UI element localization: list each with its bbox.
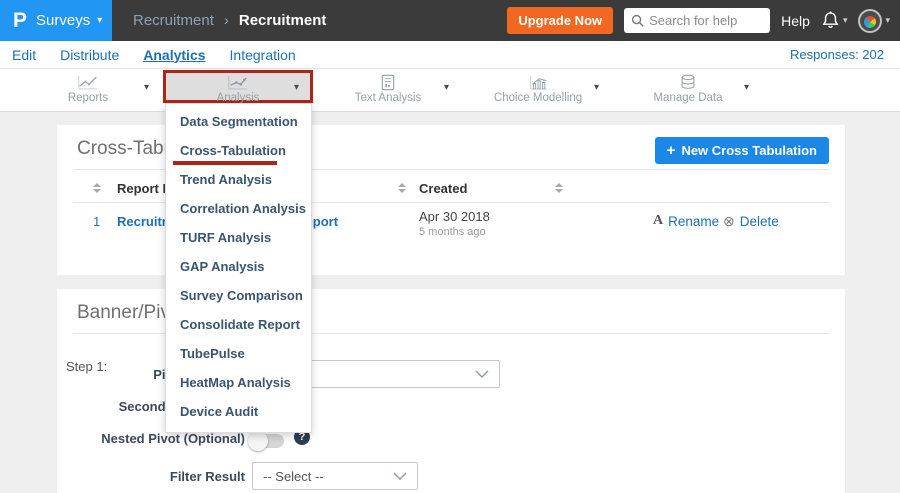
breadcrumb-parent[interactable]: Recruitment <box>133 12 214 29</box>
subnav-item-integration[interactable]: Integration <box>230 47 296 63</box>
filter-result-value: -- Select -- <box>263 468 324 484</box>
column-header-created[interactable]: Created <box>419 181 467 196</box>
help-search[interactable] <box>624 8 771 33</box>
menu-item-trend-analysis[interactable]: Trend Analysis <box>166 165 311 194</box>
bar-line-chart-icon <box>527 74 549 91</box>
subnav-item-edit[interactable]: Edit <box>12 47 36 63</box>
menu-item-label: Cross-Tabulation <box>180 143 286 158</box>
created-ago: 5 months ago <box>419 226 486 238</box>
menu-item-gap-analysis[interactable]: GAP Analysis <box>166 252 311 281</box>
breadcrumb-current: Recruitment <box>238 12 327 29</box>
filter-result-select[interactable]: -- Select -- <box>252 462 418 490</box>
menu-item-cross-tabulation[interactable]: Cross-Tabulation <box>166 136 311 165</box>
subnav-item-analytics[interactable]: Analytics <box>143 47 205 63</box>
menu-item-correlation-analysis[interactable]: Correlation Analysis <box>166 194 311 223</box>
chevron-down-icon: ▾ <box>143 82 149 93</box>
database-icon <box>679 74 697 91</box>
delete-circle-x-icon: ⊗ <box>723 213 735 229</box>
line-chart-icon <box>77 74 99 91</box>
toolbar-item-reports[interactable]: Reports ▾ <box>13 70 163 104</box>
filter-result-label: Filter Result <box>169 469 245 484</box>
created-date: Apr 30 2018 <box>419 209 490 224</box>
text-document-icon <box>380 74 396 91</box>
toolbar-item-label: Choice Modelling <box>493 92 583 104</box>
nested-pivot-toggle[interactable] <box>248 431 284 451</box>
chevron-down-icon: ▾ <box>443 82 449 93</box>
sort-icon[interactable] <box>93 183 101 193</box>
chevron-down-icon: ▾ <box>842 15 848 25</box>
rename-a-icon: A <box>653 213 664 228</box>
breadcrumb-separator-icon: › <box>223 12 229 29</box>
toggle-knob <box>248 431 268 451</box>
bell-icon <box>822 11 839 28</box>
new-cross-tabulation-button[interactable]: + New Cross Tabulation <box>654 137 829 164</box>
sort-icon[interactable] <box>555 183 563 193</box>
menu-item-turf-analysis[interactable]: TURF Analysis <box>166 223 311 252</box>
delete-label: Delete <box>739 214 779 229</box>
responses-count[interactable]: Responses: 202 <box>790 47 884 62</box>
survey-subnav: Edit Distribute Analytics Integration Re… <box>0 41 900 69</box>
search-icon <box>632 14 644 27</box>
toolbar-item-choice-modelling[interactable]: Choice Modelling ▾ <box>463 70 613 104</box>
chevron-down-icon: ▾ <box>885 15 890 25</box>
chevron-down-icon <box>475 370 489 378</box>
menu-item-data-segmentation[interactable]: Data Segmentation <box>166 107 311 136</box>
chevron-down-icon: ▾ <box>743 82 749 93</box>
chevron-down-icon: ▾ <box>293 82 299 93</box>
plus-icon: + <box>666 142 676 159</box>
toolbar-item-analysis[interactable]: Analysis ▾ <box>163 70 313 104</box>
chevron-down-icon: ▾ <box>593 82 599 93</box>
upgrade-now-button[interactable]: Upgrade Now <box>507 7 614 34</box>
notifications-menu[interactable]: ▾ <box>821 10 848 31</box>
menu-item-heatmap-analysis[interactable]: HeatMap Analysis <box>166 368 311 397</box>
menu-item-survey-comparison[interactable]: Survey Comparison <box>166 281 311 310</box>
account-menu[interactable]: ▾ <box>858 8 890 33</box>
analysis-dropdown-menu: Data Segmentation Cross-Tabulation Trend… <box>165 103 312 433</box>
toolbar-item-label: Manage Data <box>653 92 723 104</box>
toolbar-item-text-analysis[interactable]: Text Analysis ▾ <box>313 70 463 104</box>
product-menu[interactable]: P Surveys ▾ <box>0 0 112 41</box>
topbar-right-cluster: Upgrade Now Help ▾ ▾ <box>507 0 890 41</box>
product-menu-label: Surveys <box>36 12 91 29</box>
rename-label: Rename <box>668 213 720 229</box>
toolbar-item-manage-data[interactable]: Manage Data ▾ <box>613 70 763 104</box>
breadcrumb: Recruitment › Recruitment <box>133 12 326 29</box>
sort-icon[interactable] <box>398 183 406 193</box>
chevron-down-icon: ▾ <box>97 15 103 26</box>
analytics-toolbar: Reports ▾ Analysis ▾ Text Analysis ▾ Cho… <box>0 69 900 112</box>
help-link[interactable]: Help <box>781 13 810 29</box>
top-navbar: P Surveys ▾ Recruitment › Recruitment Up… <box>0 0 900 41</box>
main-content: Cross-Tabulation + New Cross Tabulation … <box>0 112 900 493</box>
menu-item-tubepulse[interactable]: TubePulse <box>166 339 311 368</box>
toolbar-item-label: Text Analysis <box>354 92 422 104</box>
avatar <box>858 8 883 33</box>
chevron-down-icon <box>393 472 407 480</box>
row-number: 1 <box>93 214 101 229</box>
brand-logo: P <box>13 8 28 32</box>
menu-item-device-audit[interactable]: Device Audit <box>166 397 311 426</box>
new-button-label: New Cross Tabulation <box>681 143 817 158</box>
subnav-item-distribute[interactable]: Distribute <box>60 47 119 63</box>
search-input[interactable] <box>649 13 762 28</box>
rename-action[interactable]: A Rename <box>653 213 719 229</box>
delete-action[interactable]: ⊗ Delete <box>723 213 779 230</box>
avatar-gauge-icon <box>862 13 879 30</box>
toolbar-item-label: Reports <box>67 92 109 104</box>
menu-item-consolidate-report[interactable]: Consolidate Report <box>166 310 311 339</box>
nested-pivot-label: Nested Pivot (Optional) <box>101 431 245 446</box>
scatter-chart-icon <box>227 74 249 91</box>
